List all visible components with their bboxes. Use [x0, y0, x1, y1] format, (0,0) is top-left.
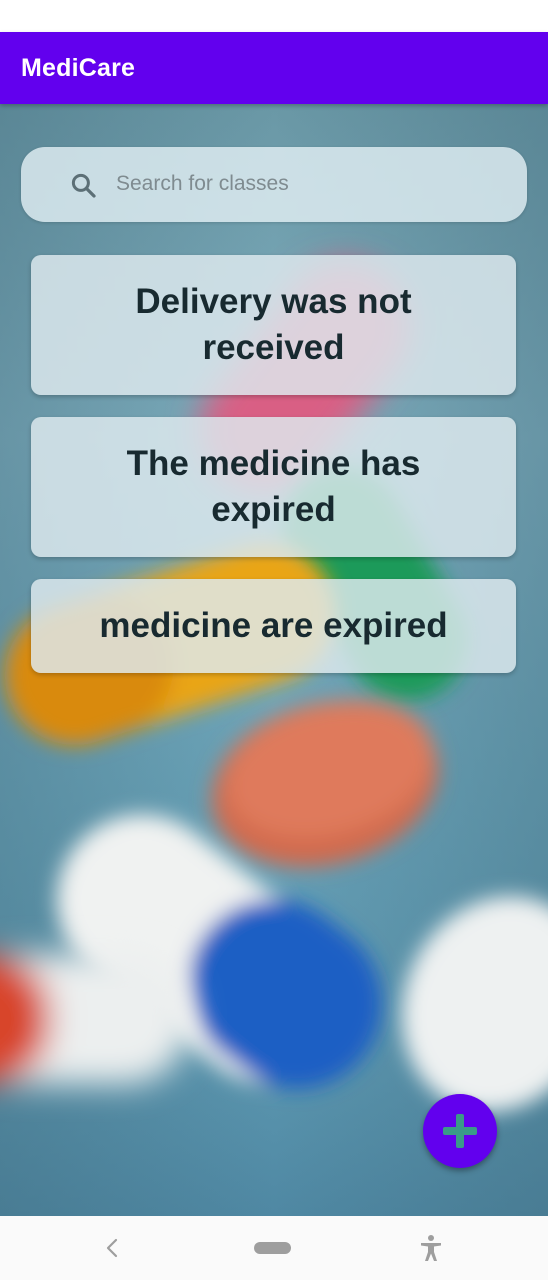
app-screen: MediCare Search for classes Delivery was… [0, 0, 548, 1280]
class-card-label: The medicine has expired [126, 444, 421, 529]
class-card[interactable]: The medicine has expired [31, 417, 516, 557]
system-navigation-bar [0, 1216, 548, 1280]
search-input[interactable]: Search for classes [116, 172, 289, 196]
chevron-left-icon[interactable] [101, 1236, 123, 1260]
class-card[interactable]: medicine are expired [31, 579, 516, 673]
main-content[interactable]: Search for classes Delivery was not rece… [0, 104, 548, 1216]
app-bar: MediCare [0, 32, 548, 104]
search-icon [71, 173, 96, 198]
class-card[interactable]: Delivery was not received [31, 255, 516, 395]
add-class-button[interactable] [423, 1094, 497, 1168]
home-pill-icon[interactable] [254, 1242, 291, 1254]
plus-icon [443, 1114, 477, 1148]
accessibility-icon[interactable] [418, 1234, 444, 1262]
search-bar[interactable]: Search for classes [21, 147, 527, 222]
class-card-label: Delivery was not received [135, 282, 412, 367]
class-card-label: medicine are expired [99, 606, 448, 645]
app-title: MediCare [21, 54, 136, 82]
status-bar [0, 0, 548, 32]
